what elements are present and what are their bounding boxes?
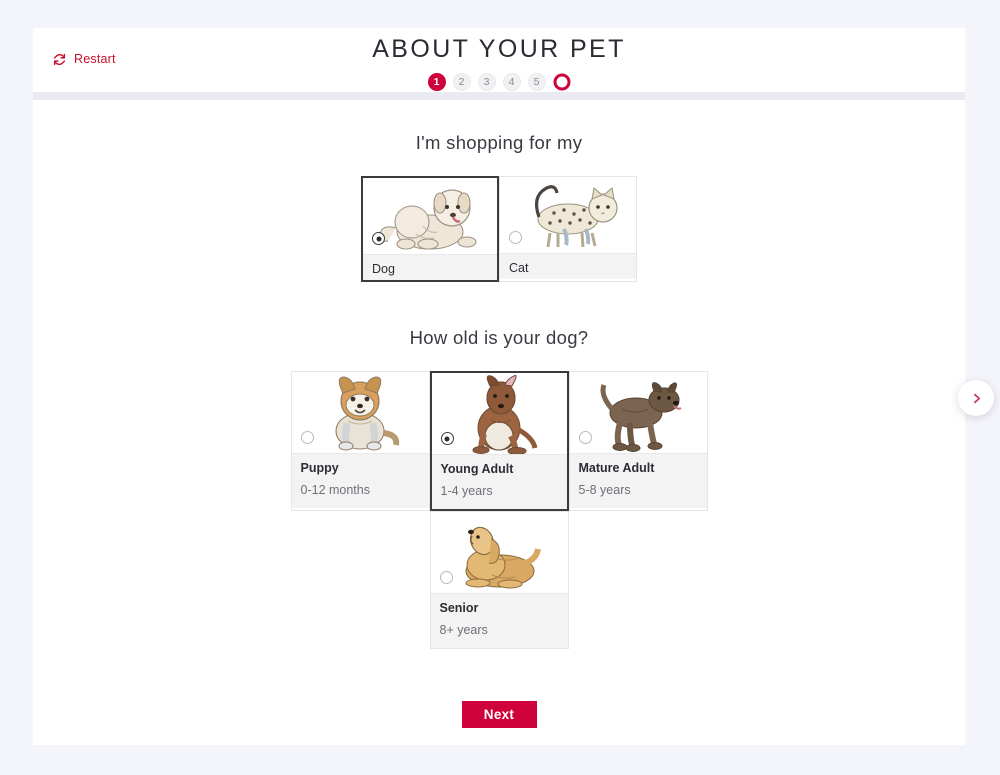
age-option-mature-adult[interactable]: Mature Adult 5-8 years	[568, 371, 708, 511]
pet-option-dog-caption: Dog	[363, 254, 497, 280]
chevron-right-icon	[970, 392, 983, 405]
step-4[interactable]: 4	[502, 72, 521, 91]
age-option-puppy-caption: Puppy 0-12 months	[291, 453, 429, 508]
wizard-body: I'm shopping for my Dog Cat How old is y…	[33, 100, 965, 745]
header-divider	[33, 92, 965, 100]
age-option-puppy-sublabel: 0-12 months	[300, 482, 370, 497]
age-option-puppy-media	[291, 372, 429, 453]
senior-dog-illustration	[465, 526, 541, 589]
age-option-mature-adult-media	[569, 372, 707, 453]
age-option-senior-radio[interactable]	[439, 571, 453, 584]
puppy-illustration	[335, 376, 400, 451]
age-option-young-adult[interactable]: Young Adult 1-4 years	[429, 371, 569, 511]
step-5[interactable]: 5	[527, 72, 546, 91]
step-1[interactable]: 1	[427, 72, 446, 91]
age-option-mature-adult-label: Mature Adult	[578, 461, 655, 475]
header-center: ABOUT YOUR PET 1 2 3 4 5	[33, 35, 965, 91]
pet-option-dog-media	[363, 178, 497, 254]
next-button-wrap: Next	[33, 701, 965, 728]
pet-option-cat-caption: Cat	[500, 253, 636, 279]
step-3[interactable]: 3	[477, 72, 496, 91]
next-arrow-floating-button[interactable]	[958, 380, 994, 416]
age-option-young-adult-radio[interactable]	[440, 432, 454, 445]
young-adult-dog-illustration	[472, 375, 538, 454]
age-option-puppy-label: Puppy	[300, 461, 339, 475]
pet-question-heading: I'm shopping for my	[415, 132, 583, 153]
age-option-young-adult-caption: Young Adult 1-4 years	[431, 454, 567, 509]
step-finish-icon[interactable]	[552, 72, 571, 91]
pet-option-cat-radio[interactable]	[509, 231, 522, 244]
age-option-puppy-radio[interactable]	[300, 431, 314, 444]
age-option-young-adult-label: Young Adult	[440, 462, 514, 476]
mature-adult-dog-illustration	[600, 382, 682, 452]
age-option-senior-media	[430, 512, 568, 593]
wizard-header: Restart ABOUT YOUR PET 1 2 3 4 5	[33, 28, 965, 92]
pet-option-cat-label: Cat	[509, 261, 529, 275]
step-indicator: 1 2 3 4 5	[33, 72, 965, 91]
pet-option-cat[interactable]: Cat	[499, 176, 637, 282]
age-options-group-row2: Senior 8+ years	[33, 511, 965, 649]
next-button[interactable]: Next	[461, 701, 537, 728]
step-2[interactable]: 2	[452, 72, 471, 91]
age-option-senior-caption: Senior 8+ years	[430, 593, 568, 648]
age-option-senior[interactable]: Senior 8+ years	[429, 511, 569, 649]
pet-option-dog[interactable]: Dog	[361, 176, 499, 282]
age-option-mature-adult-sublabel: 5-8 years	[578, 482, 631, 497]
pet-options-group: Dog Cat	[33, 176, 965, 282]
age-option-mature-adult-caption: Mature Adult 5-8 years	[569, 453, 707, 508]
age-option-mature-adult-radio[interactable]	[578, 431, 592, 444]
age-option-young-adult-sublabel: 1-4 years	[440, 483, 493, 498]
pet-option-cat-media	[500, 177, 636, 253]
age-option-senior-label: Senior	[439, 601, 479, 615]
dog-illustration	[379, 189, 477, 250]
age-option-young-adult-media	[431, 373, 567, 454]
age-question-heading: How old is your dog?	[409, 327, 589, 348]
page-title: ABOUT YOUR PET	[372, 35, 626, 63]
pet-option-dog-label: Dog	[372, 262, 395, 276]
wizard-page: Restart ABOUT YOUR PET 1 2 3 4 5 I'm sho…	[33, 28, 994, 745]
cat-illustration	[534, 185, 618, 248]
pet-option-dog-radio[interactable]	[372, 232, 385, 245]
age-options-group-row1: Puppy 0-12 months Young Adult 1-4 years …	[33, 371, 965, 511]
age-option-senior-sublabel: 8+ years	[439, 622, 488, 637]
age-option-puppy[interactable]: Puppy 0-12 months	[290, 371, 430, 511]
